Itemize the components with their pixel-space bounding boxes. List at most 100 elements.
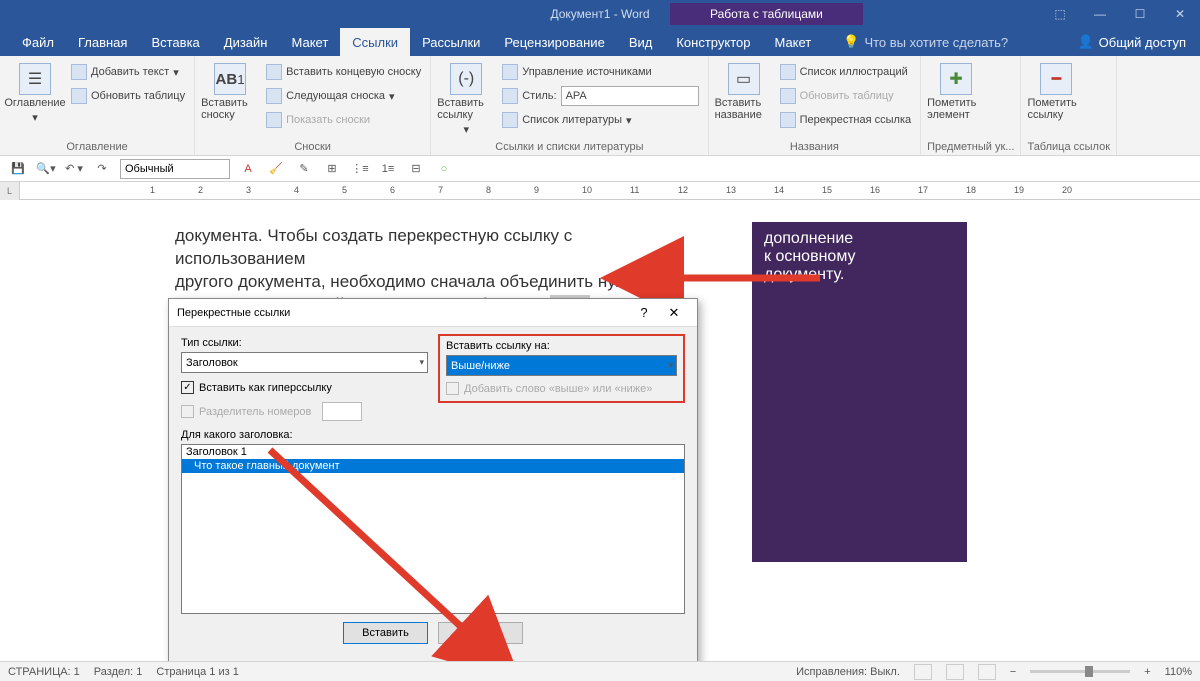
- minimize-icon[interactable]: —: [1080, 0, 1120, 28]
- table-of-figures-button[interactable]: Список иллюстраций: [777, 61, 915, 83]
- maximize-icon[interactable]: ☐: [1120, 0, 1160, 28]
- tab-view[interactable]: Вид: [617, 28, 665, 56]
- mark-citation-icon: ━: [1040, 63, 1072, 95]
- ref-type-combo[interactable]: Заголовок: [181, 352, 428, 373]
- circle-icon[interactable]: ○: [434, 159, 454, 179]
- insert-footnote-button[interactable]: AB1Вставить сноску: [201, 59, 259, 121]
- tell-me-search[interactable]: 💡 Что вы хотите сделать?: [843, 34, 1008, 50]
- dialog-close-icon[interactable]: ✕: [659, 305, 689, 321]
- zoom-slider[interactable]: [1030, 670, 1130, 673]
- status-page[interactable]: СТРАНИЦА: 1: [8, 666, 80, 678]
- bullets-icon[interactable]: ⋮≡: [350, 159, 370, 179]
- mark-entry-button[interactable]: ✚Пометить элемент: [927, 59, 985, 121]
- insert-hyperlink-checkbox[interactable]: ✓Вставить как гиперссылку: [181, 381, 428, 394]
- horizontal-ruler[interactable]: 1234567891011121314151617181920: [20, 182, 1200, 200]
- title-bar: Документ1 - Word Работа с таблицами ⬚ — …: [0, 0, 1200, 28]
- cross-reference-dialog: Перекрестные ссылки ? ✕ Тип ссылки: Заго…: [168, 298, 698, 669]
- undo-icon[interactable]: ↶ ▾: [64, 159, 84, 179]
- tab-references[interactable]: Ссылки: [340, 28, 410, 56]
- tab-layout[interactable]: Макет: [279, 28, 340, 56]
- font-color-icon[interactable]: A: [238, 159, 258, 179]
- tab-review[interactable]: Рецензирование: [492, 28, 616, 56]
- insert-ref-to-label: Вставить ссылку на:: [446, 340, 677, 352]
- mark-citation-button[interactable]: ━Пометить ссылку: [1027, 59, 1085, 121]
- insert-citation-button[interactable]: (-)Вставить ссылку▾: [437, 59, 495, 136]
- group-toc: ☰Оглавление▾ Добавить текст ▾ Обновить т…: [0, 56, 195, 155]
- show-notes-button: Показать сноски: [263, 109, 424, 131]
- tab-layout2[interactable]: Макет: [762, 28, 823, 56]
- close-button[interactable]: Закрыть: [438, 622, 523, 644]
- group-citations-label: Ссылки и списки литературы: [437, 139, 701, 155]
- group-authorities-label: Таблица ссылок: [1027, 139, 1110, 155]
- document-title: Документ1 - Word: [550, 7, 649, 21]
- sidebar-textbox[interactable]: дополнение к основному документу.: [752, 222, 967, 562]
- next-footnote-button[interactable]: Следующая сноска ▾: [263, 85, 424, 107]
- separator-checkbox: Разделитель номеров: [181, 402, 428, 421]
- toc-icon: ☰: [19, 63, 51, 95]
- tab-insert[interactable]: Вставка: [139, 28, 211, 56]
- mark-citation-label: Пометить ссылку: [1027, 97, 1085, 121]
- tab-file[interactable]: Файл: [10, 28, 66, 56]
- heading-listbox[interactable]: Заголовок 1 Что такое главный документ: [181, 444, 685, 614]
- status-track-changes[interactable]: Исправления: Выкл.: [796, 666, 900, 678]
- share-label: Общий доступ: [1099, 35, 1186, 50]
- caption-icon: ▭: [728, 63, 760, 95]
- share-button[interactable]: 👤 Общий доступ: [1063, 34, 1200, 50]
- insert-caption-button[interactable]: ▭Вставить название: [715, 59, 773, 121]
- list-item[interactable]: Заголовок 1: [182, 445, 684, 459]
- table-tools-context[interactable]: Работа с таблицами: [670, 3, 863, 25]
- tab-design[interactable]: Дизайн: [212, 28, 280, 56]
- redo-icon[interactable]: ↷: [92, 159, 112, 179]
- tab-home[interactable]: Главная: [66, 28, 139, 56]
- clear-format-icon[interactable]: 🧹: [266, 159, 286, 179]
- highlighted-region: Вставить ссылку на: Выше/ниже Добавить с…: [438, 334, 685, 403]
- status-section[interactable]: Раздел: 1: [94, 666, 143, 678]
- insert-button[interactable]: Вставить: [343, 622, 428, 644]
- add-text-icon: [71, 64, 87, 80]
- ruler-corner: L: [0, 182, 20, 200]
- save-icon[interactable]: 💾: [8, 159, 28, 179]
- ref-type-label: Тип ссылки:: [181, 337, 428, 349]
- tab-constructor[interactable]: Конструктор: [664, 28, 762, 56]
- zoom-in-icon[interactable]: +: [1144, 666, 1150, 678]
- window-controls: ⬚ — ☐ ✕: [1040, 0, 1200, 28]
- manage-sources-button[interactable]: Управление источниками: [499, 61, 701, 83]
- insert-endnote-button[interactable]: Вставить концевую сноску: [263, 61, 424, 83]
- toc-label: Оглавление: [4, 97, 65, 109]
- style-dropdown[interactable]: Обычный: [120, 159, 230, 179]
- status-page-of[interactable]: Страница 1 из 1: [156, 666, 238, 678]
- style-value[interactable]: APA: [561, 86, 699, 106]
- bibliography-button[interactable]: Список литературы ▾: [499, 109, 701, 131]
- zoom-out-icon[interactable]: −: [1010, 666, 1016, 678]
- ribbon-tabs: Файл Главная Вставка Дизайн Макет Ссылки…: [0, 28, 1200, 56]
- view-print-icon[interactable]: [946, 664, 964, 680]
- format-painter-icon[interactable]: ✎: [294, 159, 314, 179]
- cross-reference-button[interactable]: Перекрестная ссылка: [777, 109, 915, 131]
- status-bar: СТРАНИЦА: 1 Раздел: 1 Страница 1 из 1 Ис…: [0, 661, 1200, 681]
- close-icon[interactable]: ✕: [1160, 0, 1200, 28]
- list-item-selected[interactable]: Что такое главный документ: [182, 459, 684, 473]
- toc-button[interactable]: ☰Оглавление▾: [6, 59, 64, 124]
- group-toc-label: Оглавление: [6, 139, 188, 155]
- update-icon: [71, 88, 87, 104]
- zoom-level[interactable]: 110%: [1165, 666, 1192, 678]
- view-read-icon[interactable]: [914, 664, 932, 680]
- view-web-icon[interactable]: [978, 664, 996, 680]
- table-icon[interactable]: ⊞: [322, 159, 342, 179]
- tab-mailings[interactable]: Рассылки: [410, 28, 492, 56]
- group-captions-label: Названия: [715, 139, 915, 155]
- next-footnote-icon: [266, 88, 282, 104]
- citation-style-select[interactable]: Стиль: APA: [499, 85, 701, 107]
- print-preview-icon[interactable]: 🔍▾: [36, 159, 56, 179]
- add-text-button[interactable]: Добавить текст ▾: [68, 61, 188, 83]
- dialog-help-icon[interactable]: ?: [629, 305, 659, 320]
- group-citations: (-)Вставить ссылку▾ Управление источника…: [431, 56, 708, 155]
- multilevel-icon[interactable]: ⊟: [406, 159, 426, 179]
- ruler[interactable]: L 1234567891011121314151617181920: [0, 182, 1200, 200]
- numbering-icon[interactable]: 1≡: [378, 159, 398, 179]
- update-toc-button[interactable]: Обновить таблицу: [68, 85, 188, 107]
- insert-ref-to-combo[interactable]: Выше/ниже: [446, 355, 677, 376]
- ribbon-options-icon[interactable]: ⬚: [1040, 0, 1080, 28]
- group-footnotes: AB1Вставить сноску Вставить концевую сно…: [195, 56, 431, 155]
- dialog-titlebar[interactable]: Перекрестные ссылки ? ✕: [169, 299, 697, 327]
